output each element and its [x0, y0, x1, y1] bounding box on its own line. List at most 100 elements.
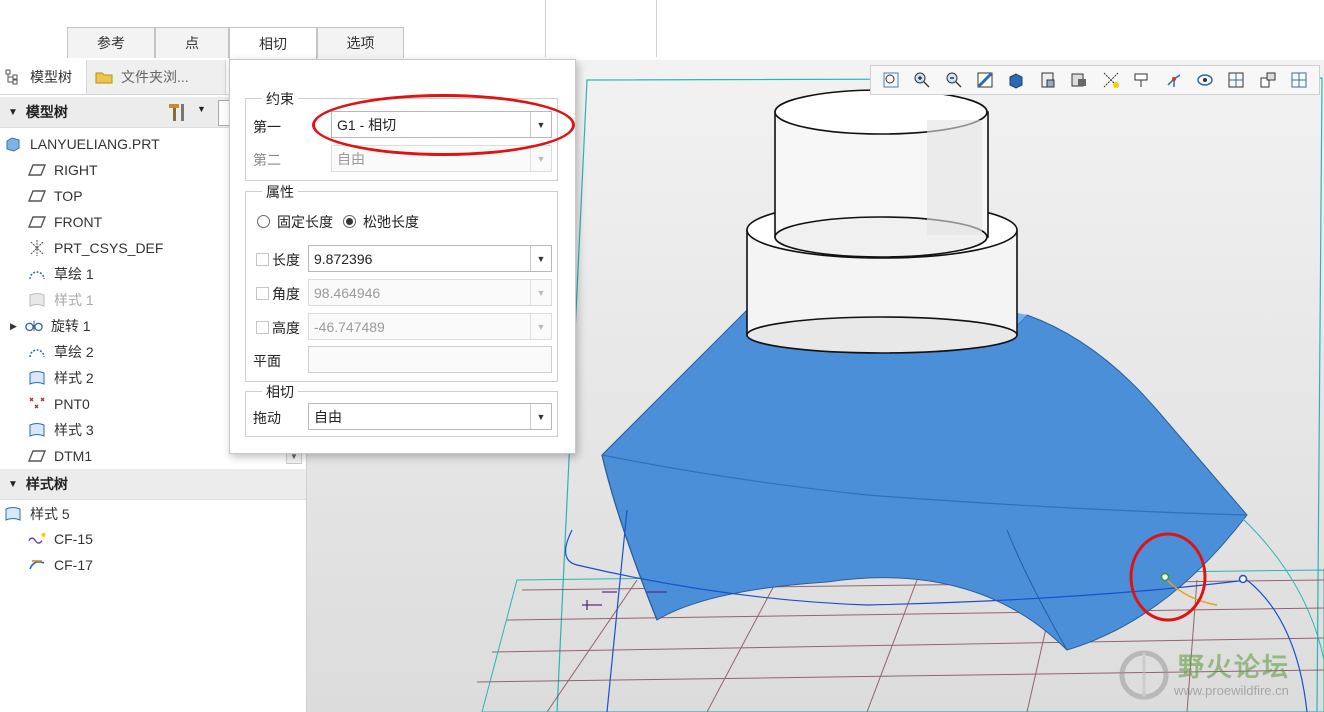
- angle-checkbox[interactable]: [256, 287, 269, 300]
- length-field[interactable]: 9.872396 ▼: [308, 245, 552, 272]
- style-icon: [28, 291, 46, 309]
- tab-options[interactable]: 选项: [317, 27, 404, 58]
- annotation-display-icon[interactable]: [1131, 69, 1153, 91]
- layout-icon[interactable]: [1288, 69, 1310, 91]
- tree-item-label: TOP: [54, 188, 83, 204]
- tree-item-revolve1[interactable]: ▶ 旋转 1: [10, 314, 91, 338]
- plane-label: 平面: [253, 353, 281, 369]
- zoom-in-icon[interactable]: [911, 69, 933, 91]
- style-tree-item-cf15[interactable]: CF-15: [28, 527, 93, 551]
- height-checkbox[interactable]: [256, 321, 269, 334]
- tab-tangent[interactable]: 相切: [229, 27, 317, 60]
- drag-value: 自由: [314, 408, 342, 425]
- length-label: 长度: [272, 252, 300, 268]
- height-label: 高度: [272, 320, 300, 336]
- tangent-point: [1160, 572, 1170, 582]
- view-toolbar: [870, 65, 1320, 95]
- collapse-arrow-icon[interactable]: ▼: [8, 479, 18, 490]
- tree-item-pnt0[interactable]: PNT0: [28, 392, 90, 416]
- drag-dropdown[interactable]: 自由 ▼: [308, 403, 552, 430]
- ribbon-separator: [545, 0, 546, 57]
- length-value: 9.872396: [314, 250, 373, 267]
- tree-item-label: RIGHT: [54, 162, 98, 178]
- tree-item-top[interactable]: TOP: [28, 184, 83, 208]
- tree-item-sketch1[interactable]: 草绘 1: [28, 262, 94, 286]
- tree-item-part[interactable]: LANYUELIANG.PRT: [4, 132, 160, 156]
- length-checkbox[interactable]: [256, 253, 269, 266]
- annotation-highlight-ellipse: [312, 94, 575, 156]
- datum-plane-icon: [28, 187, 46, 205]
- height-field[interactable]: -46.747489 ▼: [308, 313, 552, 340]
- section-icon[interactable]: [1225, 69, 1247, 91]
- tangent-group-title: 相切: [262, 382, 298, 402]
- spin-center-icon[interactable]: [1163, 69, 1185, 91]
- tab-model-tree-label: 模型树: [30, 69, 72, 85]
- watermark-logo-icon: [1119, 650, 1169, 700]
- watermark: 野火论坛 www.proewildfire.cn: [1112, 643, 1322, 709]
- style-icon: [28, 421, 46, 439]
- height-value: -46.747489: [314, 318, 385, 335]
- tree-item-label: PNT0: [54, 396, 90, 412]
- angle-value: 98.464946: [314, 284, 381, 301]
- tree-item-style2[interactable]: 样式 2: [28, 366, 94, 390]
- tree-settings-icon[interactable]: [166, 102, 188, 125]
- datum-plane-icon: [28, 447, 46, 465]
- view-manager-icon[interactable]: [1068, 69, 1090, 91]
- chevron-down-icon: ▼: [530, 404, 551, 429]
- tree-item-csys[interactable]: PRT_CSYS_DEF: [28, 236, 163, 260]
- style-icon: [28, 369, 46, 387]
- tree-item-right[interactable]: RIGHT: [28, 158, 98, 182]
- model-tree-title: 模型树: [25, 104, 68, 120]
- zoom-out-icon[interactable]: [943, 69, 965, 91]
- tree-item-style3[interactable]: 样式 3: [28, 418, 94, 442]
- relaxed-length-radio[interactable]: [343, 215, 356, 228]
- datum-display-icon[interactable]: [1100, 69, 1122, 91]
- first-constraint-label: 第一: [253, 119, 281, 135]
- plane-reference-field[interactable]: [308, 346, 552, 373]
- tab-points[interactable]: 点: [155, 27, 229, 58]
- angle-label: 角度: [272, 286, 300, 302]
- tree-item-dtm1[interactable]: DTM1: [28, 444, 92, 468]
- tree-item-label: 样式 1: [54, 292, 94, 308]
- saved-views-icon[interactable]: [1037, 69, 1059, 91]
- watermark-url: www.proewildfire.cn: [1174, 683, 1289, 698]
- curve-endpoint: [1238, 574, 1248, 584]
- datum-plane-icon: [28, 161, 46, 179]
- style-tree-item-style5[interactable]: 样式 5: [4, 502, 70, 526]
- repaint-icon[interactable]: [974, 69, 996, 91]
- style-tree-header[interactable]: ▼ 样式树: [0, 469, 306, 500]
- curve-icon: [28, 556, 46, 574]
- tree-item-label: PRT_CSYS_DEF: [54, 240, 164, 256]
- tab-model-tree[interactable]: 模型树: [4, 60, 72, 94]
- tree-settings-dropdown-icon[interactable]: ▼: [197, 104, 206, 114]
- revolve-icon: [25, 317, 43, 335]
- constraint-group-title: 约束: [262, 89, 298, 109]
- tree-item-sketch2[interactable]: 草绘 2: [28, 340, 94, 364]
- expand-arrow-icon[interactable]: ▶: [10, 321, 17, 332]
- tree-item-label: 样式 3: [54, 422, 94, 438]
- tree-item-style1[interactable]: 样式 1: [28, 288, 94, 312]
- display-style-icon[interactable]: [1005, 69, 1027, 91]
- tree-item-front[interactable]: FRONT: [28, 210, 102, 234]
- appearance-icon[interactable]: [1194, 69, 1216, 91]
- tree-item-label: 旋转 1: [50, 318, 91, 334]
- chevron-down-icon: ▼: [530, 146, 551, 171]
- model-tree-icon: [4, 68, 22, 86]
- collapse-arrow-icon[interactable]: ▼: [8, 107, 18, 118]
- tree-item-label: 样式 5: [30, 506, 70, 522]
- tab-folder-browser-label: 文件夹浏...: [121, 69, 189, 85]
- refit-icon[interactable]: [880, 69, 902, 91]
- style-tree-title: 样式树: [25, 476, 68, 492]
- tab-references[interactable]: 参考: [67, 27, 155, 58]
- drag-label: 拖动: [253, 410, 281, 426]
- tab-folder-browser[interactable]: 文件夹浏...: [86, 60, 226, 94]
- relaxed-length-label: 松弛长度: [363, 214, 419, 230]
- tree-item-label: FRONT: [54, 214, 103, 230]
- angle-field[interactable]: 98.464946 ▼: [308, 279, 552, 306]
- orient-icon[interactable]: [1257, 69, 1279, 91]
- style-tree-item-cf17[interactable]: CF-17: [28, 553, 93, 577]
- tree-item-label: CF-15: [54, 531, 93, 547]
- fixed-length-radio[interactable]: [257, 215, 270, 228]
- part-icon: [4, 135, 22, 153]
- tree-item-label: 草绘 1: [54, 266, 94, 282]
